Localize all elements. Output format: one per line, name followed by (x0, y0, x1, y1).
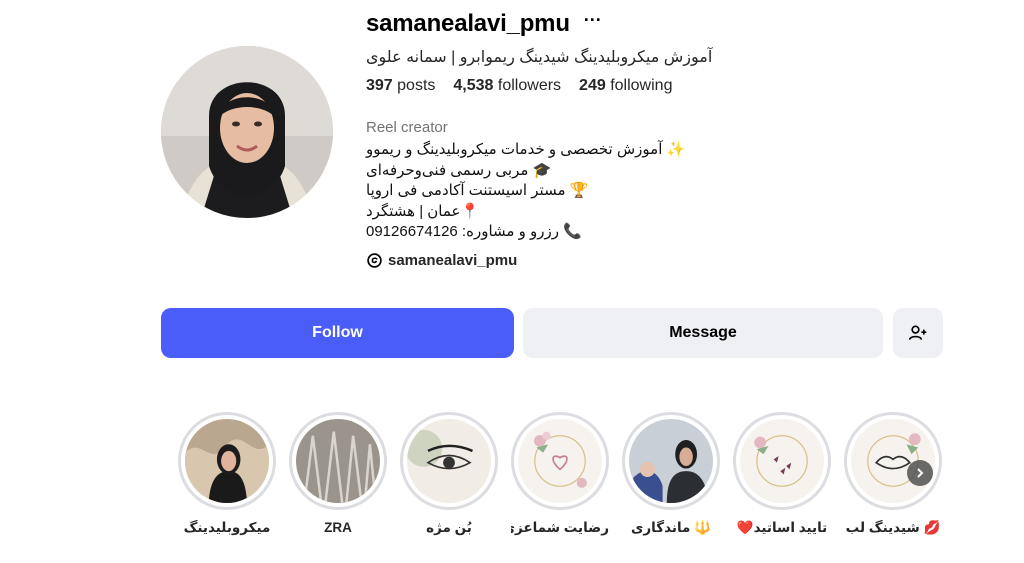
highlight-label: تایید اساتید❤️ (736, 520, 828, 535)
profile-avatar[interactable] (161, 46, 333, 218)
follow-button[interactable]: Follow (161, 308, 514, 358)
highlight-label: میکروبلیدینگ (183, 520, 271, 535)
profile-stats: 397 posts 4,538 followers 249 following (366, 77, 926, 95)
highlight-cover (629, 419, 713, 503)
threads-icon (367, 252, 382, 268)
threads-handle: samanealavi_pmu (388, 251, 518, 269)
threads-link[interactable]: samanealavi_pmu (366, 252, 926, 269)
bio-line: 📍عمان | هشتگرد (366, 202, 480, 220)
following-count: 249 (579, 77, 606, 94)
highlight-ring (622, 412, 720, 510)
highlight-cover (185, 419, 269, 503)
profile-username: samanealavi_pmu (366, 10, 570, 37)
highlight-label: بُن مژه (426, 520, 472, 535)
highlight-ring (733, 412, 831, 510)
highlight-ring (511, 412, 609, 510)
following-stat[interactable]: 249 following (579, 77, 672, 95)
highlight-item[interactable]: میکروبلیدینگ (178, 412, 276, 536)
highlight-item[interactable]: ZRA (289, 412, 387, 535)
profile-bio: ✨ آموزش تخصصی و خدمات میکروبلیدینگ و ریم… (366, 140, 926, 243)
highlight-label: 💋 شیدینگ لب (845, 520, 941, 535)
highlight-ring (400, 412, 498, 510)
profile-full-name: آموزش میکروبلیدینگ شیدینگ ریموابرو | سما… (366, 49, 713, 66)
followers-stat[interactable]: 4,538 followers (453, 77, 561, 95)
avatar-photo (161, 46, 333, 218)
highlight-cover (518, 419, 602, 503)
username-row: samanealavi_pmu ··· (366, 8, 926, 40)
posts-stat[interactable]: 397 posts (366, 77, 435, 95)
highlight-item[interactable]: 🔱 ماندگاری (622, 412, 720, 536)
highlight-cover (740, 419, 824, 503)
more-options-icon[interactable]: ··· (584, 11, 602, 29)
highlight-item[interactable]: رضایت شماعزی... (511, 412, 609, 536)
story-highlights: میکروبلیدینگ ZRA بُن مژه رضایت شماعز 🔱 م… (178, 412, 948, 552)
bio-line: 🏆 مستر اسیستنت آکادمی فی اروپا (366, 182, 589, 199)
bio-line: 🎓 مربی رسمی فنی‌وحرفه‌ای (366, 161, 552, 179)
posts-count: 397 (366, 77, 393, 94)
highlight-cover (296, 419, 380, 503)
highlights-next-button[interactable] (907, 460, 933, 486)
message-button[interactable]: Message (523, 308, 883, 358)
bio-line: ✨ آموزش تخصصی و خدمات میکروبلیدینگ و ریم… (366, 141, 686, 158)
highlight-ring (178, 412, 276, 510)
bio-line: 📞 رزرو و مشاوره: 09126674126 (366, 223, 582, 240)
followers-count: 4,538 (453, 77, 494, 94)
suggest-user-button[interactable] (893, 308, 943, 358)
chevron-right-icon (917, 468, 924, 478)
profile-category: Reel creator (366, 119, 448, 136)
person-plus-icon (908, 325, 927, 340)
posts-label: posts (397, 77, 436, 94)
highlight-ring (289, 412, 387, 510)
highlight-ring (844, 412, 942, 510)
highlight-label: رضایت شماعزی... (511, 520, 609, 535)
highlight-item[interactable]: تایید اساتید❤️ (733, 412, 831, 536)
highlight-cover (407, 419, 491, 503)
highlight-item[interactable]: بُن مژه (400, 412, 498, 536)
followers-label: followers (497, 77, 562, 94)
highlight-label: 🔱 ماندگاری (631, 520, 711, 535)
profile-info: samanealavi_pmu ··· آموزش میکروبلیدینگ ش… (366, 8, 926, 269)
following-label: following (610, 77, 673, 94)
highlight-label: ZRA (324, 520, 352, 535)
